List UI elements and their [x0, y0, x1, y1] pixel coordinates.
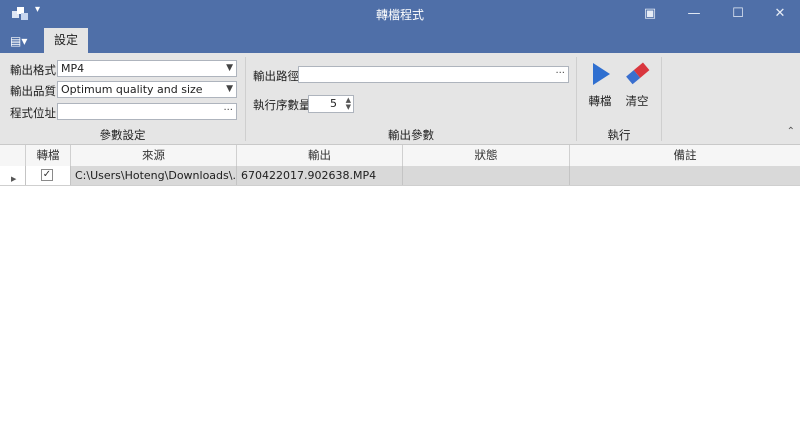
thread-count-value: 5 — [330, 97, 337, 110]
play-icon — [593, 63, 610, 85]
pin-icon[interactable]: ▣ — [628, 0, 672, 28]
row-indicator-cell[interactable]: ▶ — [0, 166, 26, 185]
browse-ellipsis-icon[interactable]: ··· — [223, 104, 233, 118]
file-menu-icon[interactable]: ▤▾ — [10, 34, 36, 50]
chevron-down-icon: ▼ — [226, 63, 233, 73]
execute-group-caption: 執行 — [607, 128, 631, 142]
params-group-caption: 參數設定 — [99, 128, 146, 142]
convert-button[interactable]: 轉檔 — [582, 61, 618, 111]
column-header-convert[interactable]: 轉檔 — [26, 145, 71, 166]
quality-dropdown[interactable]: Optimum quality and size ▼ — [57, 81, 237, 98]
file-grid: 轉檔 來源 輸出 狀態 備註 ▶ ✓ C:\Users\Hoteng\Downl… — [0, 145, 800, 430]
output-cell[interactable]: 670422017.902638.MP4 — [237, 166, 403, 185]
stepper-down-icon[interactable]: ▼ — [346, 104, 351, 111]
thread-count-stepper[interactable]: 5 ▲ ▼ — [308, 95, 354, 113]
browse-ellipsis-icon[interactable]: ··· — [555, 67, 565, 81]
collapse-ribbon-icon[interactable]: ⌃ — [787, 126, 795, 137]
chevron-down-icon: ▼ — [226, 84, 233, 94]
maximize-button[interactable]: ☐ — [716, 0, 760, 28]
format-label: 輸出格式 — [10, 63, 56, 77]
thread-count-label: 執行序數量 — [253, 98, 311, 112]
format-value: MP4 — [61, 62, 85, 75]
program-path-field[interactable]: ··· — [57, 103, 237, 120]
output-path-label: 輸出路徑 — [253, 69, 299, 83]
clear-label: 清空 — [625, 94, 649, 108]
ribbon: 輸出格式 MP4 ▼ 輸出品質 Optimum quality and size… — [0, 53, 800, 145]
tab-settings[interactable]: 設定 — [44, 28, 88, 53]
status-cell[interactable] — [403, 166, 570, 185]
row-pointer-icon: ▶ — [11, 175, 17, 183]
title-bar: ▾ 轉檔程式 ▣ — ☐ ✕ — [0, 0, 800, 28]
close-button[interactable]: ✕ — [758, 0, 800, 28]
grid-header: 轉檔 來源 輸出 狀態 備註 — [0, 145, 800, 167]
note-cell[interactable] — [570, 166, 800, 185]
column-header-source[interactable]: 來源 — [71, 145, 237, 166]
eraser-icon — [626, 62, 650, 85]
column-header-status[interactable]: 狀態 — [403, 145, 570, 166]
clear-button[interactable]: 清空 — [619, 61, 655, 111]
program-label: 程式位址 — [10, 106, 56, 120]
output-path-field[interactable]: ··· — [298, 66, 569, 83]
row-indicator-header — [0, 145, 26, 166]
column-header-output[interactable]: 輸出 — [237, 145, 403, 166]
column-header-note[interactable]: 備註 — [570, 145, 800, 166]
quality-label: 輸出品質 — [10, 84, 56, 98]
minimize-button[interactable]: — — [672, 0, 716, 28]
quality-value: Optimum quality and size — [61, 83, 203, 96]
format-dropdown[interactable]: MP4 ▼ — [57, 60, 237, 77]
source-cell[interactable]: C:\Users\Hoteng\Downloads\... — [71, 166, 237, 185]
convert-label: 轉檔 — [588, 94, 612, 108]
convert-checkbox[interactable]: ✓ — [41, 169, 53, 181]
table-row[interactable]: ▶ ✓ C:\Users\Hoteng\Downloads\... 670422… — [0, 166, 800, 186]
group-divider — [661, 57, 662, 141]
ribbon-tab-strip: ▤▾ 設定 — [0, 28, 800, 53]
convert-checkbox-cell[interactable]: ✓ — [26, 166, 71, 185]
output-group-caption: 輸出參數 — [388, 128, 434, 142]
